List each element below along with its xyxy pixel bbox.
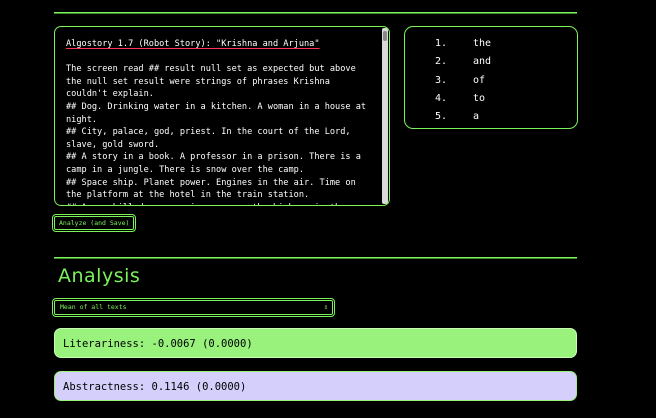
editor-scroll-thumb[interactable] — [383, 31, 387, 41]
literariness-result: Literariness: -0.0067 (0.0000) — [54, 328, 577, 358]
analyze-button[interactable]: Analyze (and Save) — [51, 214, 137, 232]
list-item: 4. to — [435, 92, 486, 104]
abstractness-result: Abstractness: 0.1146 (0.0000) — [54, 371, 577, 401]
select-value: Mean of all texts — [60, 303, 127, 311]
list-item: 1. the — [435, 38, 492, 49]
list-item: 2. and — [435, 56, 492, 68]
select-arrows-icon: ⇕ — [323, 303, 328, 311]
section-divider — [54, 257, 577, 259]
list-item: 3. of — [435, 74, 486, 86]
story-title: Algostory 1.7 (Robot Story): "Krishna an… — [66, 39, 320, 49]
story-text[interactable]: Algostory 1.7 (Robot Story): "Krishna an… — [66, 38, 376, 205]
top-divider — [54, 12, 577, 14]
top-words-list: 1. the 2. and 3. of 4. to 5. a — [435, 35, 491, 126]
editor-scrollbar[interactable] — [382, 28, 388, 204]
list-item: 5. a — [435, 111, 480, 123]
story-textarea[interactable]: Algostory 1.7 (Robot Story): "Krishna an… — [54, 26, 390, 206]
story-body: The screen read ## result null set as ex… — [66, 64, 367, 205]
text-scope-select[interactable]: Mean of all texts ⇕ — [52, 298, 335, 317]
analysis-heading: Analysis — [58, 265, 141, 287]
top-words-panel: 1. the 2. and 3. of 4. to 5. a — [404, 26, 578, 129]
